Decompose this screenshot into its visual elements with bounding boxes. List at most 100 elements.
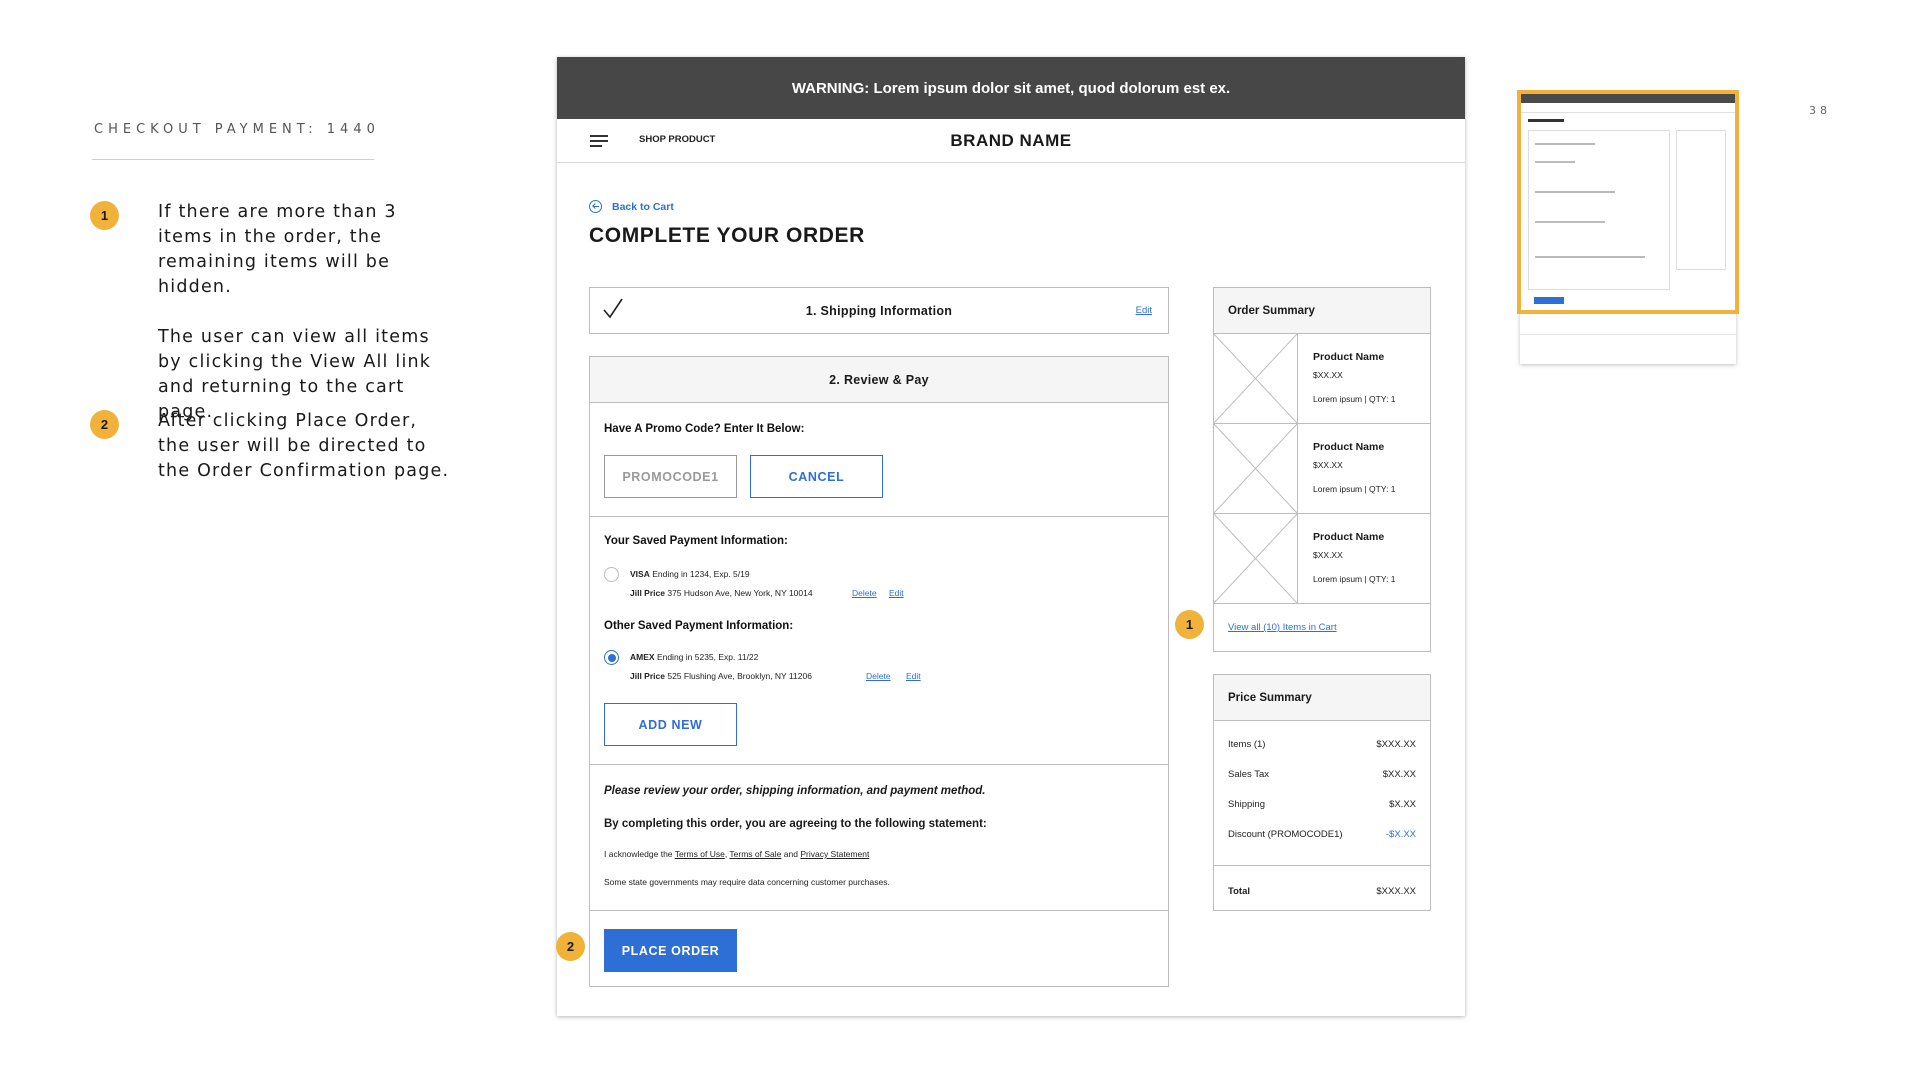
order-summary-panel: Order Summary Product Name $XX.XX Lorem … [1213,287,1431,652]
conjunction-text: and [783,849,798,859]
back-to-cart-link[interactable]: Back to Cart [589,200,674,213]
billing-address: 375 Hudson Ave, New York, NY 10014 [667,588,813,598]
annotation-note-1: 1 If there are more than 3 items in the … [90,200,450,425]
brand-name: BRAND NAME [950,131,1072,150]
price-row: Shipping $X.XX [1228,799,1416,810]
visa-card-radio[interactable] [604,567,619,582]
product-price: $XX.XX [1313,370,1343,380]
price-row-value: $XX.XX [1382,769,1416,780]
card-brand: AMEX [630,652,655,662]
product-image-placeholder-icon [1214,514,1298,603]
visa-card-line: VISA Ending in 1234, Exp. 5/19 [630,569,750,579]
price-row: Sales Tax $XX.XX [1228,769,1416,780]
thumbnail-highlight-frame [1517,90,1739,314]
cardholder-name: Jill Price [630,588,665,598]
price-row-label: Discount (PROMOCODE1) [1228,829,1343,840]
annotation-badge-2: 2 [556,932,585,961]
discount-value: -$X.XX [1385,829,1416,840]
product-image-placeholder-icon [1214,424,1298,513]
product-meta: Lorem ipsum | QTY: 1 [1313,394,1396,404]
promo-label: Have A Promo Code? Enter It Below: [604,423,805,435]
thumbnail-footer [1520,334,1736,364]
annotation-badge-1: 1 [1175,610,1204,639]
price-row-value: $X.XX [1389,799,1416,810]
amex-address-line: Jill Price 525 Flushing Ave, Brooklyn, N… [630,671,812,681]
total-value: $XXX.XX [1376,886,1416,897]
price-total-section: Total $XXX.XX [1214,865,1430,897]
product-image-placeholder-icon [1214,334,1298,423]
order-product-item: Product Name $XX.XX Lorem ipsum | QTY: 1 [1214,424,1430,514]
saved-payment-label: Your Saved Payment Information: [604,535,788,547]
slide-label: CHECKOUT PAYMENT: 1440 [94,122,380,137]
order-summary-title: Order Summary [1214,288,1430,334]
visa-address-line: Jill Price 375 Hudson Ave, New York, NY … [630,588,813,598]
place-order-button[interactable]: PLACE ORDER [604,929,737,972]
slide-divider [92,159,374,160]
shipping-step-title: 1. Shipping Information [805,304,953,318]
visa-edit-link[interactable]: Edit [889,588,904,598]
add-new-payment-button[interactable]: ADD NEW [604,703,737,746]
order-product-item: Product Name $XX.XX Lorem ipsum | QTY: 1 [1214,514,1430,604]
product-meta: Lorem ipsum | QTY: 1 [1313,574,1396,584]
view-all-items-link[interactable]: View all (10) Items in Cart [1228,622,1337,633]
cardholder-name: Jill Price [630,671,665,681]
price-summary-panel: Price Summary Items (1) $XXX.XX Sales Ta… [1213,674,1431,911]
agreement-statement: By completing this order, you are agreei… [604,818,987,830]
card-detail: Ending in 5235, Exp. 11/22 [656,652,759,662]
billing-address: 525 Flushing Ave, Brooklyn, NY 11206 [667,671,812,681]
price-summary-title: Price Summary [1214,675,1430,721]
review-pay-step: 2. Review & Pay Have A Promo Code? Enter… [589,356,1169,987]
shipping-step: 1. Shipping Information Edit [589,287,1169,334]
warning-banner: WARNING: Lorem ipsum dolor sit amet, quo… [557,57,1465,119]
place-order-section: PLACE ORDER [590,911,1168,988]
review-pay-title: 2. Review & Pay [590,357,1168,403]
product-price: $XX.XX [1313,550,1343,560]
amex-edit-link[interactable]: Edit [906,671,921,681]
price-row: Discount (PROMOCODE1) -$X.XX [1228,829,1416,840]
terms-section: Please review your order, shipping infor… [590,765,1168,911]
card-brand: VISA [630,569,650,579]
price-total-row: Total $XXX.XX [1228,886,1416,897]
site-header: SHOP PRODUCT BRAND NAME [557,119,1465,163]
acknowledgement-prefix: I acknowledge the [604,849,673,859]
arrow-left-circle-icon [589,200,602,213]
acknowledgement-text: I acknowledge the Terms of Use, Terms of… [604,849,869,859]
amex-delete-link[interactable]: Delete [866,671,891,681]
slide-page-number: 38 [1809,104,1831,117]
product-price: $XX.XX [1313,460,1343,470]
terms-of-use-link[interactable]: Terms of Use [675,849,725,859]
product-meta: Lorem ipsum | QTY: 1 [1313,484,1396,494]
privacy-statement-link[interactable]: Privacy Statement [800,849,869,859]
shipping-edit-link[interactable]: Edit [1136,305,1152,316]
price-row-label: Sales Tax [1228,769,1270,780]
amex-card-line: AMEX Ending in 5235, Exp. 11/22 [630,652,758,662]
terms-of-sale-link[interactable]: Terms of Sale [729,849,781,859]
product-name: Product Name [1313,441,1385,453]
price-row-label: Shipping [1228,799,1265,810]
visa-delete-link[interactable]: Delete [852,588,877,598]
state-disclaimer: Some state governments may require data … [604,877,890,887]
order-product-item: Product Name $XX.XX Lorem ipsum | QTY: 1 [1214,334,1430,424]
annotation-note-2: 2 After clicking Place Order, the user w… [90,409,450,484]
annotation-badge-2: 2 [90,410,119,439]
price-row-value: $XXX.XX [1376,739,1416,750]
promo-code-input[interactable] [604,455,737,498]
promo-section: Have A Promo Code? Enter It Below: CANCE… [590,403,1168,517]
page-title: COMPLETE YOUR ORDER [589,224,865,247]
annotation-note-text: If there are more than 3 items in the or… [158,202,397,297]
amex-card-radio[interactable] [604,650,619,665]
card-detail: Ending in 1234, Exp. 5/19 [652,569,750,579]
product-name: Product Name [1313,531,1385,543]
review-note: Please review your order, shipping infor… [604,785,986,797]
annotation-note-text: After clicking Place Order, the user wil… [158,411,450,481]
back-to-cart-label: Back to Cart [612,200,674,213]
price-row-label: Items (1) [1228,739,1266,750]
separator-comma: , [724,849,728,859]
annotation-badge-1: 1 [90,201,119,230]
product-name: Product Name [1313,351,1385,363]
payment-section: Your Saved Payment Information: VISA End… [590,517,1168,765]
price-row: Items (1) $XXX.XX [1228,739,1416,750]
total-label: Total [1228,886,1250,897]
cancel-promo-button[interactable]: CANCEL [750,455,883,498]
checkout-mockup: WARNING: Lorem ipsum dolor sit amet, quo… [557,57,1465,1016]
